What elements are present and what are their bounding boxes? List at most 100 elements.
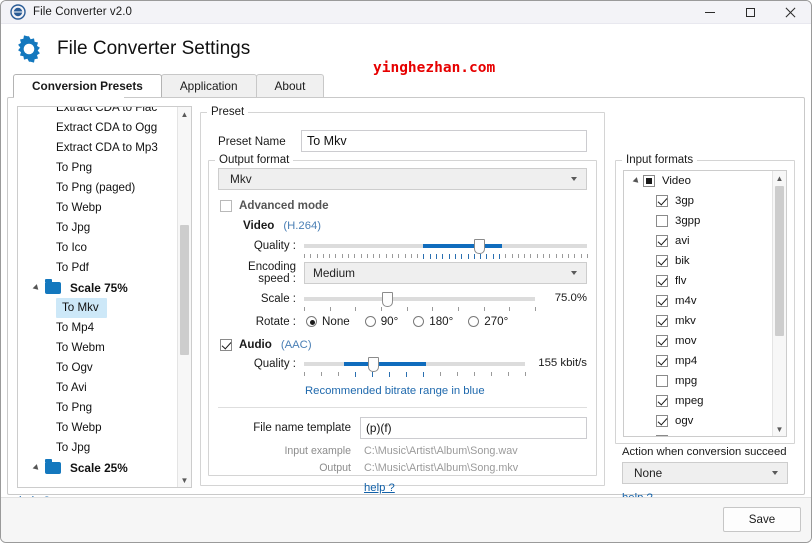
format-checkbox[interactable] (656, 415, 668, 427)
preset-item[interactable]: To Ogv (18, 358, 177, 378)
rotate-270-option[interactable]: 270° (468, 315, 508, 328)
filename-help-link[interactable]: help ? (364, 482, 395, 494)
preset-list-scrollbar[interactable]: ▲ ▼ (177, 107, 191, 487)
scale-slider[interactable] (304, 291, 536, 313)
format-row[interactable]: rm (624, 431, 772, 436)
audio-section-header[interactable]: Audio (AAC) (220, 338, 596, 351)
rotate-90-option[interactable]: 90° (364, 315, 398, 328)
bitrate-hint: Recommended bitrate range in blue (305, 381, 596, 399)
video-quality-slider[interactable] (304, 238, 588, 260)
video-root-checkbox[interactable] (643, 175, 655, 187)
format-row[interactable]: bik (624, 251, 772, 271)
format-checkbox[interactable] (656, 435, 668, 436)
input-formats-list[interactable]: Video 3gp 3gpp avi bik flv m4v mkv mov m… (623, 170, 787, 437)
format-row[interactable]: ogv (624, 411, 772, 431)
radio-icon[interactable] (413, 316, 425, 327)
minimize-button[interactable] (690, 1, 730, 24)
scrollbar-thumb[interactable] (180, 225, 189, 355)
format-row[interactable]: flv (624, 271, 772, 291)
format-row[interactable]: 3gp (624, 191, 772, 211)
format-label: m4v (675, 295, 697, 307)
preset-item[interactable]: To Avi (18, 378, 177, 398)
format-row[interactable]: mov (624, 331, 772, 351)
preset-item[interactable]: To Jpg (18, 218, 177, 238)
rotate-none-option[interactable]: None (306, 315, 350, 328)
scroll-up-icon[interactable]: ▲ (178, 107, 191, 121)
audio-checkbox[interactable] (220, 338, 232, 351)
preset-item[interactable]: Extract CDA to Mp3 (18, 138, 177, 158)
filename-help-row: help ? (364, 478, 596, 496)
radio-icon[interactable] (468, 316, 480, 327)
format-row[interactable]: mpeg (624, 391, 772, 411)
advanced-mode-checkbox[interactable] (220, 199, 232, 212)
scroll-down-icon[interactable]: ▼ (178, 473, 191, 487)
audio-bitrate-value: 155 kbit/s (538, 357, 587, 369)
format-row[interactable]: mpg (624, 371, 772, 391)
format-checkbox[interactable] (656, 355, 668, 367)
rotate-180-option[interactable]: 180° (413, 315, 453, 328)
save-button[interactable]: Save (723, 507, 801, 532)
preset-item[interactable]: To Png (18, 398, 177, 418)
radio-icon[interactable] (306, 316, 317, 327)
chevron-down-icon[interactable] (632, 177, 641, 185)
preset-name-input[interactable] (301, 130, 587, 152)
filename-template-input[interactable] (360, 417, 587, 439)
preset-item[interactable]: To Webm (18, 338, 177, 358)
slider-ticks (304, 254, 588, 260)
slider-thumb[interactable] (367, 357, 379, 372)
format-label: mpg (675, 375, 698, 387)
scroll-up-icon[interactable]: ▲ (773, 171, 786, 185)
preset-list-column: Extract CDA to Flac Extract CDA to Ogg E… (17, 106, 192, 507)
tab-conversion-presets[interactable]: Conversion Presets (13, 74, 162, 97)
radio-icon[interactable] (364, 316, 376, 327)
preset-item[interactable]: To Png (18, 158, 177, 178)
preset-item[interactable]: Extract CDA to Flac (18, 107, 177, 118)
scrollbar-thumb[interactable] (775, 186, 784, 336)
action-on-success-select[interactable]: None (622, 462, 788, 484)
preset-item[interactable]: To Jpg (18, 438, 177, 458)
preset-item[interactable]: Extract CDA to Ogg (18, 118, 177, 138)
format-checkbox[interactable] (656, 315, 668, 327)
audio-quality-slider[interactable] (304, 356, 526, 378)
input-formats-scrollbar[interactable]: ▲ ▼ (772, 171, 786, 436)
preset-folder-scale-75[interactable]: Scale 75% (18, 278, 177, 298)
encoding-speed-select[interactable]: Medium (304, 262, 587, 284)
preset-item[interactable]: To Png (paged) (18, 178, 177, 198)
scroll-down-icon[interactable]: ▼ (773, 422, 786, 436)
tab-label: About (274, 79, 306, 93)
slider-ticks (304, 372, 526, 378)
format-checkbox[interactable] (656, 255, 668, 267)
preset-tree[interactable]: Extract CDA to Flac Extract CDA to Ogg E… (17, 106, 192, 488)
tab-about[interactable]: About (255, 74, 325, 97)
format-row[interactable]: mp4 (624, 351, 772, 371)
preset-item[interactable]: To Webp (18, 198, 177, 218)
action-on-success-value: None (634, 466, 663, 480)
format-row[interactable]: m4v (624, 291, 772, 311)
preset-folder-scale-25[interactable]: Scale 25% (18, 458, 177, 478)
format-checkbox[interactable] (656, 215, 668, 227)
format-checkbox[interactable] (656, 235, 668, 247)
preset-item[interactable]: To Ico (18, 238, 177, 258)
preset-item[interactable]: To Webp (18, 418, 177, 438)
format-checkbox[interactable] (656, 275, 668, 287)
format-checkbox[interactable] (656, 395, 668, 407)
format-row[interactable]: avi (624, 231, 772, 251)
preset-item[interactable]: To Pdf (18, 258, 177, 278)
preset-item-selected[interactable]: To Mkv (56, 298, 107, 318)
format-checkbox[interactable] (656, 335, 668, 347)
slider-thumb[interactable] (474, 239, 486, 254)
minimize-icon (705, 11, 715, 13)
format-row[interactable]: 3gpp (624, 211, 772, 231)
tab-application[interactable]: Application (160, 74, 257, 97)
format-root-video[interactable]: Video (624, 171, 772, 191)
output-format-select[interactable]: Mkv (218, 168, 587, 190)
slider-thumb[interactable] (382, 292, 394, 307)
preset-item[interactable]: To Mp4 (18, 318, 177, 338)
format-checkbox[interactable] (656, 295, 668, 307)
maximize-button[interactable] (730, 1, 770, 24)
format-checkbox[interactable] (656, 195, 668, 207)
format-checkbox[interactable] (656, 375, 668, 387)
format-row[interactable]: mkv (624, 311, 772, 331)
advanced-mode-row[interactable]: Advanced mode (220, 199, 596, 212)
close-button[interactable] (770, 1, 810, 24)
